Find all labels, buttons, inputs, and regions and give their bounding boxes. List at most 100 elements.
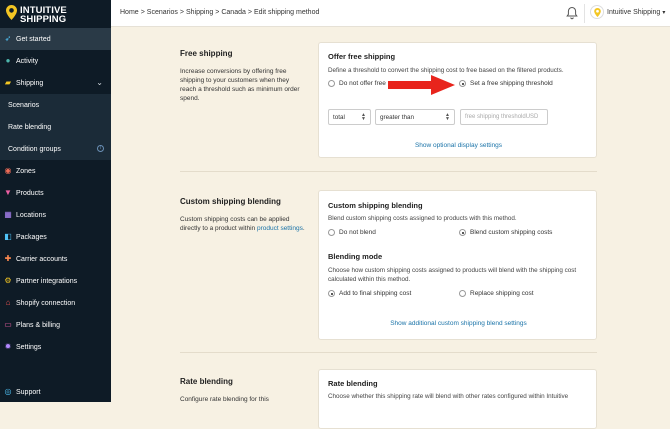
operator-select[interactable]: greater than ▲ ▼ [375, 109, 455, 125]
sidebar-item-carrier-accounts[interactable]: ✚ Carrier accounts [0, 248, 111, 270]
sidebar-item-condition-groups[interactable]: Condition groups i [0, 138, 111, 160]
card-description: Define a threshold to convert the shippi… [328, 67, 564, 74]
radio-circle[interactable] [459, 80, 466, 87]
sidebar-item-products[interactable]: ▼ Products [0, 182, 111, 204]
sidebar-item-settings[interactable]: ✹ Settings [0, 336, 111, 358]
store-icon: ⌂ [5, 298, 11, 307]
chevron-down-icon: ⌄ [96, 78, 103, 87]
section-divider [180, 352, 597, 353]
activity-icon: ● [5, 56, 11, 65]
metric-select[interactable]: total ▲ ▼ [328, 109, 371, 125]
sidebar-item-locations[interactable]: ▦ Locations [0, 204, 111, 226]
breadcrumb-scenarios[interactable]: Scenarios [147, 9, 178, 16]
sidebar-item-shipping[interactable]: ▰ Shipping ⌄ [0, 72, 111, 94]
truck-icon: ▰ [4, 78, 12, 87]
top-bar: Home > Scenarios > Shipping > Canada > Edit ship… [111, 0, 670, 27]
breadcrumb-shipping[interactable]: Shipping [186, 9, 213, 16]
info-icon[interactable]: i [97, 145, 104, 152]
shirt-icon: ▼ [4, 188, 12, 197]
select-value: greater than [380, 113, 414, 121]
show-additional-blend-settings-link[interactable]: Show additional custom shipping blend se… [319, 320, 598, 327]
plug-icon: ✚ [4, 254, 12, 263]
rocket-icon: ➶ [4, 34, 12, 43]
brand-line-2: SHIPPING [20, 14, 67, 25]
radio-set-free-shipping-threshold[interactable]: Set a free shipping threshold [459, 80, 553, 87]
sidebar-item-partner-integrations[interactable]: ⚙ Partner integrations [0, 270, 111, 292]
sidebar-item-label: Shipping [16, 79, 44, 87]
breadcrumb-separator: > [179, 9, 185, 16]
sidebar-item-activity[interactable]: ● Activity [0, 50, 111, 72]
section-description: Increase conversions by offering free sh… [180, 68, 300, 102]
section-title: Rate blending [180, 377, 233, 386]
sort-arrows-icon: ▲ ▼ [445, 112, 450, 122]
sidebar-item-packages[interactable]: ◧ Packages [0, 226, 111, 248]
radio-label: Replace shipping cost [470, 290, 534, 297]
radio-circle[interactable] [459, 229, 466, 236]
sidebar-item-zones[interactable]: ◉ Zones [0, 160, 111, 182]
sidebar-item-shopify-connection[interactable]: ⌂ Shopify connection [0, 292, 111, 314]
building-icon: ▦ [4, 210, 12, 219]
sidebar-item-get-started[interactable]: ➶ Get started [0, 28, 111, 50]
blending-mode-description: Choose how custom shipping costs assigne… [328, 267, 577, 283]
radio-circle[interactable] [328, 229, 335, 236]
sidebar-item-label: Carrier accounts [16, 255, 68, 263]
red-arrow-annotation [388, 75, 455, 95]
radio-circle[interactable] [459, 290, 466, 297]
free-shipping-threshold-input[interactable]: free shipping threshold USD [460, 109, 548, 125]
sidebar-item-label: Products [16, 189, 44, 197]
sidebar-item-plans-billing[interactable]: ▭ Plans & billing [0, 314, 111, 336]
bell-icon[interactable] [566, 6, 578, 20]
radio-do-not-blend[interactable]: Do not blend [328, 229, 376, 236]
card-title: Custom shipping blending [328, 201, 423, 210]
product-settings-link[interactable]: product settings [257, 225, 303, 232]
integration-icon: ⚙ [4, 276, 12, 285]
section-description: Configure rate blending for this [180, 396, 269, 403]
sidebar-item-label: Condition groups [8, 145, 61, 153]
sidebar-item-label: Partner integrations [16, 277, 78, 285]
radio-circle[interactable] [328, 290, 335, 297]
divider [584, 4, 585, 23]
sidebar-nav: ➶ Get started ● Activity ▰ Shipping ⌄ Sc… [0, 28, 111, 358]
sidebar-item-label: Activity [16, 57, 39, 65]
support-row[interactable]: ◎ Support [0, 381, 111, 403]
breadcrumb-separator: > [247, 9, 252, 16]
radio-label: Blend custom shipping costs [470, 229, 553, 236]
card-title: Rate blending [328, 379, 378, 388]
section-divider [180, 171, 597, 172]
box-icon: ◧ [4, 232, 12, 241]
account-menu[interactable]: Intuitive Shipping ▾ [590, 5, 665, 19]
brand-logo[interactable]: INTUITIVE SHIPPING [6, 5, 106, 29]
sidebar-item-scenarios[interactable]: Scenarios [0, 94, 111, 116]
radio-blend-custom-shipping-costs[interactable]: Blend custom shipping costs [459, 229, 552, 236]
globe-icon: ◉ [4, 166, 12, 175]
sidebar-item-support[interactable]: ◎ Support [0, 381, 111, 403]
show-optional-display-settings-link[interactable]: Show optional display settings [319, 142, 598, 149]
breadcrumb-home[interactable]: Home [120, 9, 139, 16]
radio-label: Do not blend [339, 229, 376, 236]
radio-replace-shipping-cost[interactable]: Replace shipping cost [459, 290, 534, 297]
input-placeholder: free shipping threshold [465, 114, 526, 120]
section-title: Custom shipping blending [180, 197, 281, 206]
blending-mode-title: Blending mode [328, 252, 383, 261]
sidebar-item-label: Support [16, 388, 41, 396]
custom-shipping-blending-card: Custom shipping blending Blend custom sh… [318, 190, 597, 340]
radio-do-not-offer-free[interactable]: Do not offer free [328, 80, 386, 87]
caret-down-icon: ▾ [662, 9, 666, 16]
radio-label: Set a free shipping threshold [470, 80, 553, 87]
sidebar-item-label: Settings [16, 343, 42, 351]
breadcrumb-current: Edit shipping method [253, 9, 320, 16]
radio-circle[interactable] [328, 80, 335, 87]
radio-label: Do not offer free [339, 80, 386, 87]
credit-card-icon: ▭ [4, 320, 12, 329]
radio-add-to-final-shipping-cost[interactable]: Add to final shipping cost [328, 290, 411, 297]
sidebar-item-label: Locations [16, 211, 46, 219]
sidebar-item-label: Shopify connection [16, 299, 76, 307]
sidebar-item-rate-blending[interactable]: Rate blending [0, 116, 111, 138]
card-description: Blend custom shipping costs assigned to … [328, 215, 517, 222]
sidebar-item-label: Plans & billing [16, 321, 60, 329]
lifebuoy-icon: ◎ [4, 387, 12, 396]
sidebar-item-label: Packages [16, 233, 47, 241]
breadcrumb-canada[interactable]: Canada [221, 9, 246, 16]
select-value: total [333, 113, 345, 121]
location-pin-icon [6, 5, 17, 20]
